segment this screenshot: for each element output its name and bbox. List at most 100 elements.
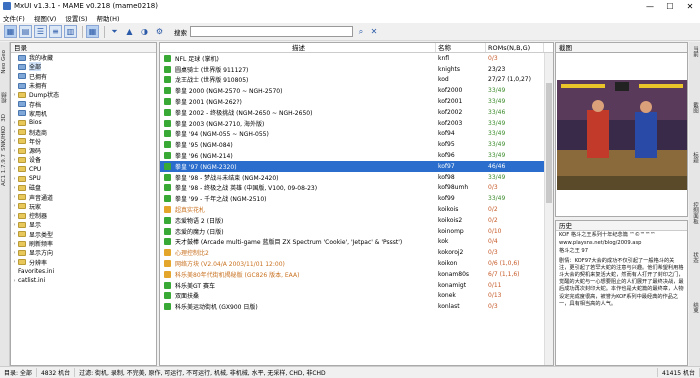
table-row[interactable]: 拳皇 '99 - 千年之战 (NGM-2510) kof99 33/49 [160,193,553,204]
menu-help[interactable]: 帮助(H) [97,13,120,23]
table-row[interactable]: 拳皇 '94 (NGM-055 ~ NGH-055) kof94 33/49 [160,129,553,140]
table-row[interactable]: 拳皇 2001 (NGM-262?) kof2001 33/49 [160,96,553,107]
menu-file[interactable]: 文件(F) [3,13,25,23]
right-tab-4[interactable]: 状态 [691,252,699,263]
tree-item[interactable]: › 设备 [11,155,156,164]
table-row[interactable]: 恋爱的魔力 (日版) koinomp 0/10 [160,226,553,237]
menu-view[interactable]: 视图(V) [34,13,57,23]
tree-item[interactable]: 家用机 [11,109,156,118]
tree-item[interactable]: › SPU [11,174,156,183]
close-button[interactable]: ✕ [680,2,700,11]
expand-icon[interactable]: › [11,241,18,247]
about-icon[interactable]: ◑ [138,25,151,38]
table-row[interactable]: 龙王战士 (世界版 910805) kod 27/27 (1,0,27) [160,75,553,86]
tree-item[interactable]: › Bios [11,118,156,127]
tree-item[interactable]: › 玩家 [11,202,156,211]
clear-search-icon[interactable]: ✕ [369,27,379,37]
table-row[interactable]: 网络方块 (V2.04/A 2003/11/01 12:00) koikon 0/6… [160,258,553,269]
right-tab-5[interactable]: 结束 [691,302,699,313]
table-row[interactable]: 科乐美GT 赛车 konamigt 0/11 [160,280,553,291]
tree-item[interactable]: › 刷新频率 [11,239,156,248]
expand-icon[interactable]: › [11,278,18,284]
expand-icon[interactable]: › [11,203,18,209]
expand-icon[interactable]: › [11,92,18,98]
expand-icon[interactable]: › [11,166,18,172]
details-view-icon[interactable]: ≡ [49,25,62,38]
list-scrollbar[interactable] [544,53,553,365]
tree-item[interactable]: › CPU [11,165,156,174]
tree-item[interactable]: › 声音通道 [11,192,156,202]
scrollbar-thumb[interactable] [546,83,552,203]
table-row[interactable]: NFL 足球 (掌机) knfl 0/3 [160,53,553,64]
column-name[interactable]: 名称 [436,43,486,52]
tree-item[interactable]: › 显示方向 [11,248,156,257]
folder-options-icon[interactable]: ▲ [123,25,136,38]
tree-item[interactable]: › 控制器 [11,211,156,220]
right-tab-0[interactable]: 当前 [691,46,699,57]
table-row[interactable]: 拳皇 2002 - 终极挑战 (NGM-2650 ~ NGH-2650) kof2… [160,107,553,118]
table-row[interactable]: 拳皇 '96 (NGM-214) kof96 33/49 [160,150,553,161]
tree-item[interactable]: › 源码 [11,146,156,155]
table-row[interactable]: 天才鼓棒 (Arcade multi-game 蓝版目 ZX Spectrum … [160,237,553,248]
expand-icon[interactable]: › [11,176,18,182]
table-row[interactable]: 圆桌骑士 (世界版 911127) knights 23/23 [160,64,553,75]
table-row[interactable]: 拳皇 '97 (NGM-2320) kof97 46/46 [160,160,553,172]
expand-icon[interactable]: › [11,185,18,191]
expand-icon[interactable]: › [11,213,18,219]
right-tab-3[interactable]: 控制面板 [691,202,699,224]
expand-icon[interactable]: › [11,194,18,200]
expand-icon[interactable]: › [11,259,18,265]
tree-item[interactable]: › 显示类型 [11,230,156,239]
table-row[interactable]: 心理控制比2 kokoroj2 0/3 [160,247,553,258]
right-tab-2[interactable]: 标题 [691,152,699,163]
tree-item[interactable]: 存档 [11,99,156,109]
table-row[interactable]: 拳皇 '98 - 终极之战 英雄 (中国版, V100, 09-08-23) ko… [160,183,553,194]
right-tab-1[interactable]: 截图 [691,102,699,113]
table-row[interactable]: 拳皇 '98 - 梦战斗未结束 (NGM-2420) kof98 33/49 [160,172,553,183]
left-tab-1[interactable]: 视频 [1,92,9,103]
maximize-button[interactable]: ☐ [660,2,680,11]
column-description[interactable]: 描述 [160,43,436,52]
table-row[interactable]: 科乐美运动街机 (GX900 日版) konlast 0/3 [160,301,553,312]
tree-item[interactable]: › catlist.ini [11,276,156,285]
table-row[interactable]: 双面扶桑 konek 0/13 [160,291,553,302]
expand-icon[interactable]: › [11,157,18,163]
tree-item[interactable]: 我的收藏 [11,53,156,62]
expand-icon[interactable]: › [11,148,18,154]
left-tab-4[interactable]: AC1 1.7.9.7 [1,154,7,186]
tree-item[interactable]: › 制造商 [11,127,156,137]
expand-icon[interactable]: › [11,120,18,126]
column-roms[interactable]: ROMs(N,B,G) [486,43,544,52]
grouped-view-icon[interactable]: ▥ [64,25,77,38]
left-tab-0[interactable]: Neo Geo [1,50,7,74]
tree-item[interactable]: › 分辨率 [11,258,156,267]
menu-settings[interactable]: 设置(S) [65,13,87,23]
table-row[interactable]: 拳皇 2000 (NGM-2570 ~ NGH-2570) kof2000 33/4… [160,85,553,96]
left-tab-3[interactable]: SNK/HKO [1,126,7,151]
expand-icon[interactable]: › [11,138,18,144]
table-row[interactable]: 拳皇 2003 (NGM-2710, 海外版) kof2003 33/49 [160,118,553,129]
minimize-button[interactable]: — [640,2,660,11]
table-row[interactable]: 拳皇 '95 (NGM-084) kof95 33/49 [160,139,553,150]
list-view-icon[interactable]: ☰ [34,25,47,38]
table-row[interactable]: 超真实花札 koikois 0/2 [160,204,553,215]
tree-item[interactable]: › 年份 [11,137,156,146]
expand-icon[interactable]: › [11,250,18,256]
tree-item[interactable]: › Dump状态 [11,90,156,99]
tree-item[interactable]: › 显示 [11,220,156,229]
small-icons-view-icon[interactable]: ▤ [19,25,32,38]
tree-item[interactable]: 全部 [11,62,156,72]
settings-icon[interactable]: ⚙ [153,25,166,38]
expand-icon[interactable]: › [11,231,18,237]
table-row[interactable]: 恋爱物语 2 (日版) koikois2 0/2 [160,215,553,226]
tree-item[interactable]: 已拥有 [11,72,156,81]
search-icon[interactable]: ⌕ [356,27,366,37]
left-tab-2[interactable]: 3D [1,114,7,122]
filter-icon[interactable]: ⏷ [108,25,121,38]
tree-item[interactable]: Favorites.ini [11,267,156,276]
tree-item[interactable]: › 磁盘 [11,183,156,192]
expand-icon[interactable]: › [11,222,18,228]
table-row[interactable]: 科乐美80年代街机揭秘版 (GC826 版本, EAA) konam80s 6/7 … [160,269,553,280]
search-input[interactable] [190,26,353,37]
grid-view-icon[interactable]: ▦ [86,25,99,38]
